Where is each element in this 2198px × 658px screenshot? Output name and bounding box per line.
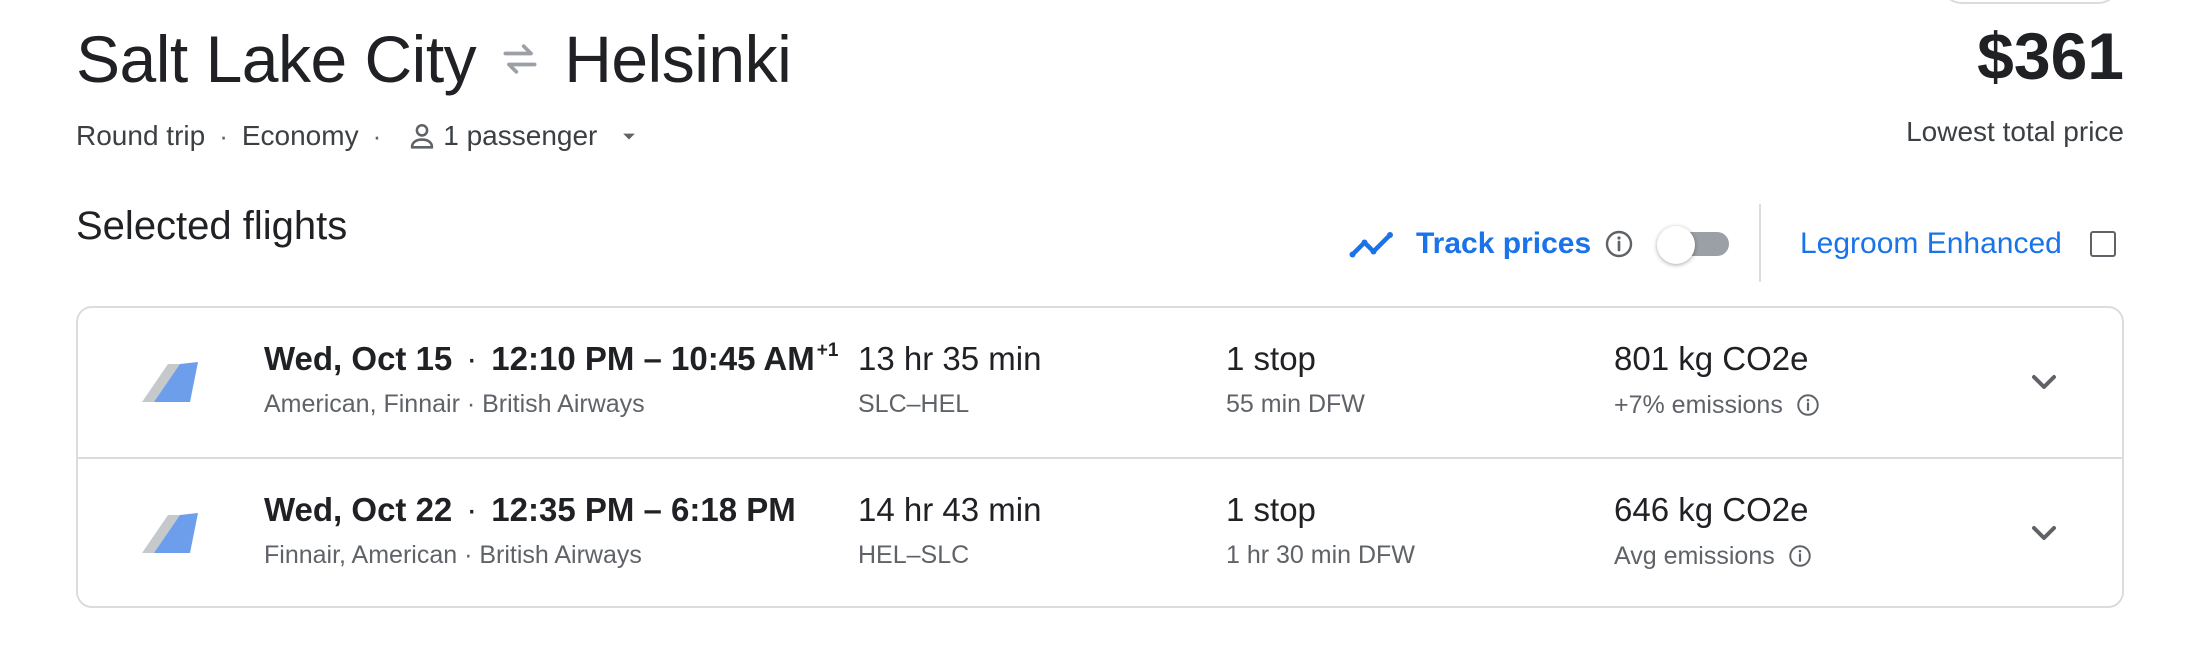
caret-down-icon <box>623 133 636 140</box>
route-code: HEL–SLC <box>858 541 970 569</box>
meta-separator: · <box>372 120 382 151</box>
emissions-value: 646 kg CO2e <box>1614 491 1809 528</box>
time-range: 12:35 PM – 6:18 PM <box>491 491 796 528</box>
flight-details-page: Salt Lake City Helsinki Round trip · Eco… <box>0 0 2198 658</box>
track-prices-toggle[interactable] <box>1657 224 1731 264</box>
legroom-filter[interactable]: Legroom Enhanced <box>1800 222 2116 266</box>
passenger-selector[interactable]: 1 passenger <box>395 119 643 153</box>
stop-count: 1 stop <box>1226 491 1316 528</box>
destination-city: Helsinki <box>564 22 792 96</box>
day-offset: +1 <box>816 340 839 361</box>
track-prices-label: Track prices <box>1416 227 1592 260</box>
airline-tail-logo <box>142 513 198 553</box>
flight-duration: 14 hr 43 min <box>858 491 1042 528</box>
lowest-price-label: Lowest total price <box>1906 116 2124 147</box>
flight-row-outbound[interactable]: Wed, Oct 15 · 12:10 PM – 10:45 AM +1 Ame… <box>78 308 2122 457</box>
swap-arrows-icon <box>503 44 537 74</box>
info-icon[interactable] <box>1795 392 1821 418</box>
date-separator: · <box>466 491 478 528</box>
flight-times: Wed, Oct 22 · 12:35 PM – 6:18 PM <box>264 491 796 535</box>
person-icon <box>411 123 434 149</box>
emissions-note: Avg emissions <box>1614 539 1813 573</box>
emissions-note-text: +7% emissions <box>1614 390 1783 419</box>
origin-city: Salt Lake City <box>76 22 477 96</box>
vertical-divider <box>1759 204 1761 282</box>
legroom-checkbox[interactable] <box>2089 231 2116 257</box>
info-icon[interactable] <box>1603 228 1635 260</box>
route-title: Salt Lake City Helsinki <box>76 18 792 100</box>
lowest-price: $361 <box>1977 19 2124 93</box>
info-icon[interactable] <box>1787 543 1813 569</box>
top-chip-edge[interactable] <box>1940 0 2120 4</box>
selected-flights-card: Wed, Oct 15 · 12:10 PM – 10:45 AM +1 Ame… <box>76 306 2124 608</box>
chevron-down-icon[interactable] <box>2024 513 2064 553</box>
stop-count: 1 stop <box>1226 340 1316 377</box>
airline-tail-logo <box>142 362 198 402</box>
time-range: 12:10 PM – 10:45 AM <box>491 340 815 377</box>
carriers: Finnair, American · British Airways <box>264 541 642 569</box>
route-code: SLC–HEL <box>858 390 970 418</box>
flight-duration: 13 hr 35 min <box>858 340 1042 377</box>
trip-type: Round trip <box>76 120 206 151</box>
passenger-count: 1 passenger <box>443 120 598 151</box>
selected-flights-title: Selected flights <box>76 204 348 248</box>
chevron-down-icon[interactable] <box>2024 362 2064 402</box>
trend-line-icon <box>1349 232 1393 258</box>
cabin-class: Economy <box>241 120 359 151</box>
meta-separator: · <box>219 120 228 151</box>
legroom-label: Legroom Enhanced <box>1800 227 2062 260</box>
flight-times: Wed, Oct 15 · 12:10 PM – 10:45 AM +1 <box>264 340 838 384</box>
trip-options: Round trip · Economy · 1 passenger <box>76 116 643 156</box>
emissions-note: +7% emissions <box>1614 388 1821 422</box>
date-separator: · <box>466 340 478 377</box>
layover-info: 1 hr 30 min DFW <box>1226 541 1415 569</box>
flight-row-return[interactable]: Wed, Oct 22 · 12:35 PM – 6:18 PM Finnair… <box>78 459 2122 606</box>
emissions-note-text: Avg emissions <box>1614 541 1775 570</box>
flight-date: Wed, Oct 15 <box>264 340 453 377</box>
toggle-knob <box>1657 226 1696 264</box>
track-prices-control[interactable]: Track prices <box>1348 222 1731 266</box>
emissions-value: 801 kg CO2e <box>1614 340 1809 377</box>
layover-info: 55 min DFW <box>1226 390 1365 418</box>
carriers: American, Finnair · British Airways <box>264 390 645 418</box>
flight-date: Wed, Oct 22 <box>264 491 453 528</box>
